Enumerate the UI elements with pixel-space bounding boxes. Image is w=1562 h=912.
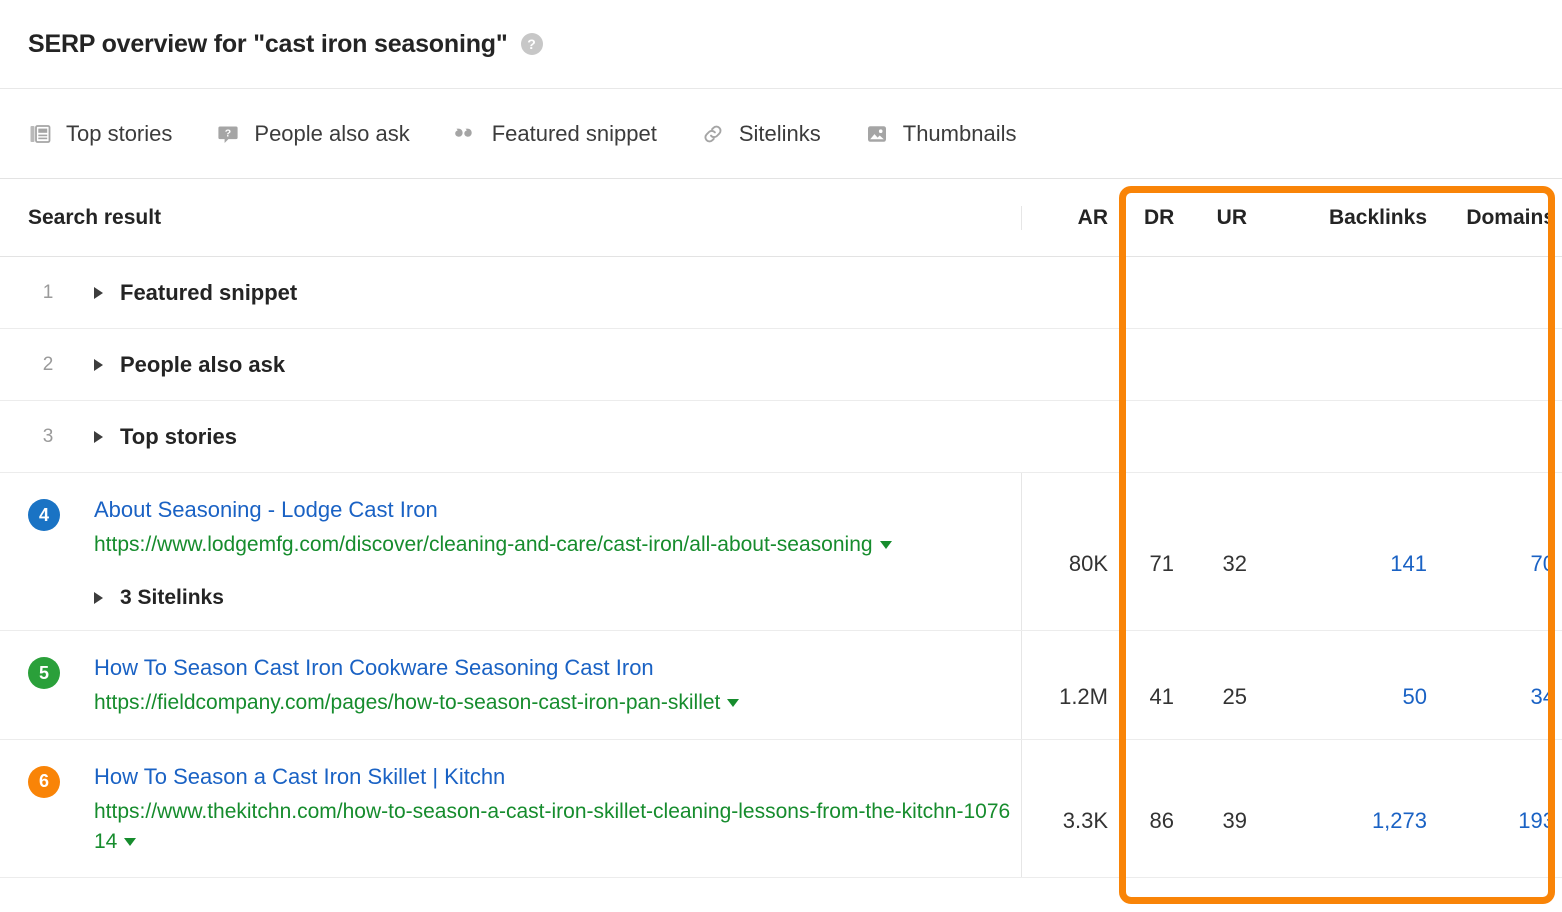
url-dropdown-caret-icon[interactable] — [727, 699, 739, 707]
panel-header: SERP overview for "cast iron seasoning" … — [0, 0, 1562, 89]
table-row[interactable]: 2 People also ask — [0, 329, 1562, 401]
quote-marks-icon — [454, 122, 478, 146]
cell-domains[interactable]: 34 — [1437, 684, 1562, 710]
question-mark-icon[interactable]: ? — [521, 33, 543, 55]
result-url[interactable]: https://www.thekitchn.com/how-to-season-… — [94, 800, 1010, 853]
serp-feature-row-label: Featured snippet — [120, 280, 297, 306]
cell-ur: 32 — [1184, 551, 1257, 577]
cell-ur: 39 — [1184, 808, 1257, 834]
serp-feature-row-label: Top stories — [120, 424, 237, 450]
serp-feature-people-also-ask[interactable]: ? People also ask — [216, 121, 409, 147]
expand-caret-icon[interactable] — [94, 592, 103, 604]
svg-text:?: ? — [225, 127, 231, 139]
url-dropdown-caret-icon[interactable] — [124, 838, 136, 846]
column-header-backlinks[interactable]: Backlinks — [1257, 206, 1437, 230]
table-row[interactable]: 5 How To Season Cast Iron Cookware Seaso… — [0, 631, 1562, 739]
cell-dr: 41 — [1120, 684, 1184, 710]
link-chain-icon — [701, 122, 725, 146]
cell-ar: 1.2M — [1022, 684, 1120, 710]
serp-feature-top-stories[interactable]: Top stories — [28, 121, 172, 147]
serp-feature-sitelinks[interactable]: Sitelinks — [701, 121, 821, 147]
url-dropdown-caret-icon[interactable] — [880, 541, 892, 549]
serp-feature-label: Sitelinks — [739, 121, 821, 147]
cell-backlinks[interactable]: 50 — [1257, 684, 1437, 710]
serp-feature-featured-snippet[interactable]: Featured snippet — [454, 121, 657, 147]
column-header-ur[interactable]: UR — [1184, 206, 1257, 230]
serp-feature-label: Top stories — [66, 121, 172, 147]
result-title-link[interactable]: About Seasoning - Lodge Cast Iron — [94, 495, 1021, 525]
row-rank: 2 — [28, 354, 68, 376]
row-rank: 1 — [28, 282, 68, 304]
serp-feature-label: People also ask — [254, 121, 409, 147]
sitelinks-expander[interactable]: 3 Sitelinks — [94, 586, 1021, 610]
table-row[interactable]: 3 Top stories — [0, 401, 1562, 473]
cell-ar: 3.3K — [1022, 808, 1120, 834]
serp-results-table: Search result AR DR UR Backlinks Domains… — [0, 179, 1562, 878]
expand-caret-icon[interactable] — [94, 359, 103, 371]
result-title-link[interactable]: How To Season Cast Iron Cookware Seasoni… — [94, 653, 1021, 683]
table-row[interactable]: 6 How To Season a Cast Iron Skillet | Ki… — [0, 740, 1562, 879]
image-thumbnail-icon — [865, 122, 889, 146]
cell-dr: 71 — [1120, 551, 1184, 577]
cell-dr: 86 — [1120, 808, 1184, 834]
table-row[interactable]: 4 About Seasoning - Lodge Cast Iron http… — [0, 473, 1562, 631]
serp-feature-thumbnails[interactable]: Thumbnails — [865, 121, 1017, 147]
column-header-domains[interactable]: Domains — [1437, 206, 1562, 230]
result-url[interactable]: https://fieldcompany.com/pages/how-to-se… — [94, 691, 720, 714]
cell-backlinks[interactable]: 141 — [1257, 551, 1437, 577]
table-header-row: Search result AR DR UR Backlinks Domains — [0, 179, 1562, 257]
column-header-search-result[interactable]: Search result — [0, 206, 161, 230]
rank-badge: 6 — [28, 766, 60, 798]
cell-domains[interactable]: 70 — [1437, 551, 1562, 577]
expand-caret-icon[interactable] — [94, 287, 103, 299]
cell-domains[interactable]: 193 — [1437, 808, 1562, 834]
expand-caret-icon[interactable] — [94, 431, 103, 443]
serp-feature-label: Thumbnails — [903, 121, 1017, 147]
table-row[interactable]: 1 Featured snippet — [0, 257, 1562, 329]
cell-ur: 25 — [1184, 684, 1257, 710]
cell-backlinks[interactable]: 1,273 — [1257, 808, 1437, 834]
page-title: SERP overview for "cast iron seasoning" — [28, 30, 508, 59]
sitelinks-count-label: 3 Sitelinks — [120, 586, 224, 610]
row-rank: 3 — [28, 426, 68, 448]
column-header-dr[interactable]: DR — [1120, 206, 1184, 230]
question-bubble-icon: ? — [216, 122, 240, 146]
cell-ar: 80K — [1022, 551, 1120, 577]
news-article-icon — [28, 122, 52, 146]
rank-badge: 5 — [28, 657, 60, 689]
result-url[interactable]: https://www.lodgemfg.com/discover/cleani… — [94, 533, 873, 556]
serp-feature-label: Featured snippet — [492, 121, 657, 147]
serp-feature-row-label: People also ask — [120, 352, 285, 378]
result-title-link[interactable]: How To Season a Cast Iron Skillet | Kitc… — [94, 762, 1021, 792]
column-header-ar[interactable]: AR — [1022, 206, 1120, 230]
rank-badge: 4 — [28, 499, 60, 531]
serp-features-bar: Top stories ? People also ask Featured s… — [0, 89, 1562, 179]
